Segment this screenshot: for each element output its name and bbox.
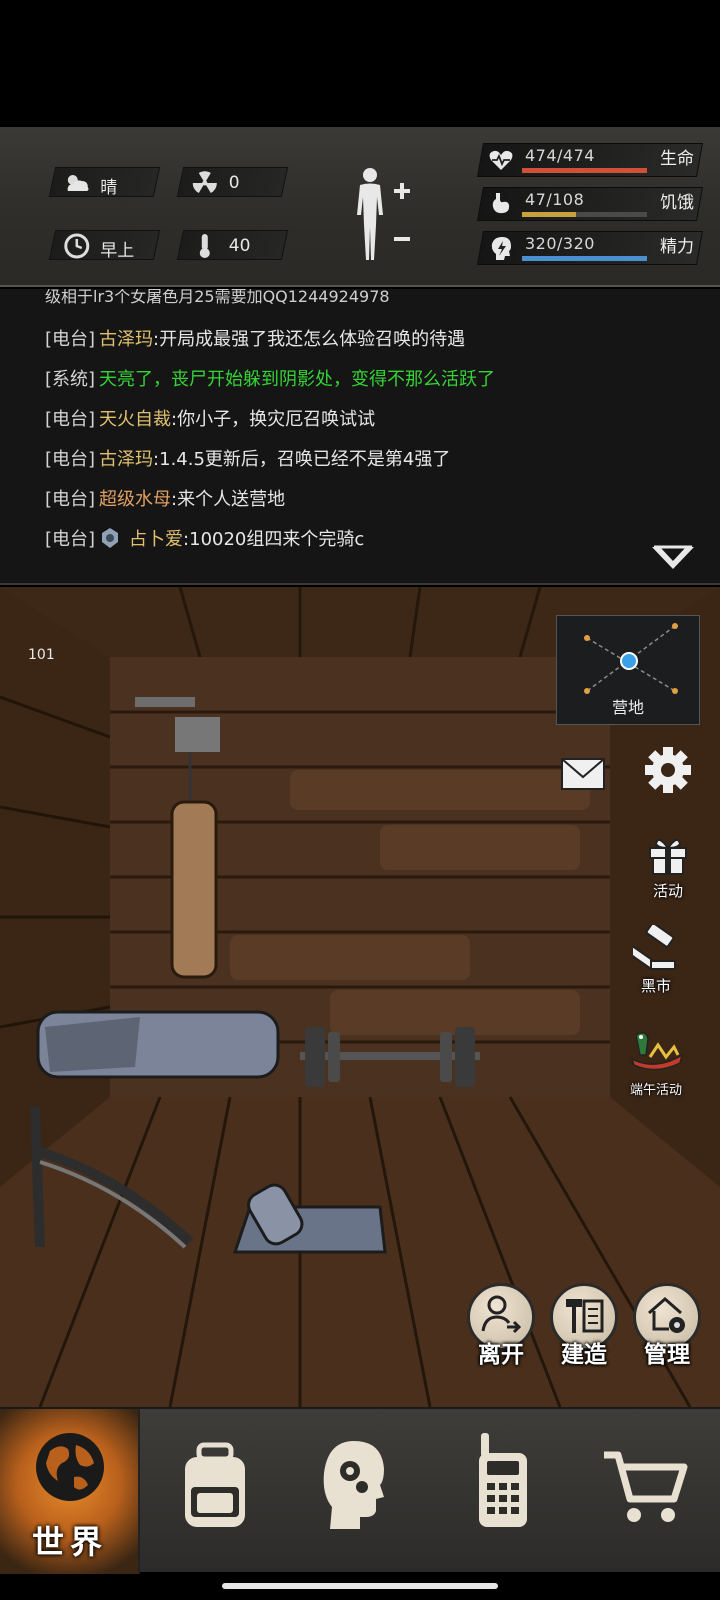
tab-shop[interactable] (600, 1409, 690, 1574)
dragon-boat-event-button[interactable]: 端午活动 (620, 1025, 692, 1098)
gear-icon[interactable] (643, 745, 693, 795)
tab-inventory[interactable] (170, 1409, 260, 1574)
time-text: 早上 (100, 241, 135, 261)
gavel-icon (625, 922, 676, 970)
health-value: 474/474 (525, 146, 595, 165)
globe-icon (36, 1433, 104, 1501)
temperature-value: 40 (228, 236, 251, 256)
radiation-value: 0 (228, 173, 240, 193)
hunger-bar (522, 212, 647, 217)
energy-label: 精力 (660, 237, 694, 257)
dragon-boat-icon (630, 1032, 684, 1071)
radio-icon (479, 1433, 527, 1527)
counter-label: 101 (28, 647, 55, 663)
chat-channel: [电台] (45, 329, 96, 350)
hunger-stat: 47/108 饥饿 (477, 187, 705, 221)
chat-message[interactable]: [电台] 古泽玛:开局成最强了我还怎么体验召唤的待遇 (45, 325, 465, 351)
chat-channel: [系统] (45, 369, 96, 390)
black-market-button[interactable]: 黑市 (620, 922, 692, 996)
build-button[interactable]: 建造 (548, 1283, 620, 1369)
energy-value: 320/320 (525, 234, 595, 253)
hunger-value: 47/108 (525, 190, 585, 209)
chat-sender[interactable]: 古泽玛 (99, 329, 153, 350)
chat-channel: [电台] (45, 409, 96, 430)
temperature-chip: 40 (176, 230, 289, 260)
room-scene: 101 营地 活动 黑市 端午活动 离开 建造 管理 (0, 587, 720, 1407)
backpack-icon (185, 1442, 245, 1527)
skills-head-icon (323, 1441, 384, 1529)
health-label: 生命 (660, 149, 694, 169)
black-market-label: 黑市 (640, 977, 671, 995)
radiation-icon (192, 171, 217, 193)
manage-label: 管理 (644, 1342, 690, 1368)
leave-person-icon (481, 1295, 522, 1334)
chat-text: :开局成最强了我还怎么体验召唤的待遇 (153, 329, 466, 350)
chat-message[interactable]: [电台] 超级水母:来个人送营地 (45, 485, 285, 511)
chat-sender[interactable]: 超级水母 (99, 489, 171, 510)
mail-icon[interactable] (560, 757, 606, 791)
chat-message[interactable]: [电台] 古泽玛:1.4.5更新后，召唤已经不是第4强了 (45, 445, 450, 471)
chat-text: 天亮了，丧尸开始躲到阴影处，变得不那么活跃了 (99, 369, 496, 390)
avatar-badge-icon (102, 528, 119, 548)
energy-head-icon (491, 237, 511, 260)
chat-text: :来个人送营地 (171, 489, 286, 510)
chat-message[interactable]: [系统] 天亮了，丧尸开始躲到阴影处，变得不那么活跃了 (45, 365, 495, 391)
chat-sender[interactable]: 古泽玛 (99, 449, 153, 470)
chevron-down-icon[interactable] (650, 543, 696, 575)
chat-text: :10020组四来个完骑c (183, 529, 365, 550)
bottom-nav: 世界 (0, 1407, 720, 1574)
health-bar (522, 168, 647, 173)
tab-world-label: 世界 (31, 1523, 108, 1561)
events-label: 活动 (652, 882, 683, 900)
chat-channel: [电台] (45, 449, 96, 470)
tab-radio[interactable] (468, 1409, 538, 1574)
hunger-label: 饥饿 (660, 193, 694, 213)
chat-panel[interactable]: 级相于lr3个女屠色月25需要加QQ1244924978 [电台] 古泽玛:开局成… (0, 289, 720, 585)
energy-bar (522, 256, 647, 261)
chat-partial-line: 级相于lr3个女屠色月25需要加QQ1244924978 (45, 289, 390, 306)
manage-button[interactable]: 管理 (631, 1283, 703, 1369)
chat-sender[interactable]: 占卜爱 (129, 529, 183, 550)
minimap[interactable]: 营地 (556, 615, 700, 725)
cart-icon (604, 1451, 688, 1522)
radiation-chip: 0 (176, 167, 289, 197)
time-chip: 早上 (48, 230, 161, 261)
character-body-icon[interactable] (350, 165, 420, 265)
leave-label: 离开 (478, 1342, 524, 1368)
build-hammer-icon (566, 1299, 604, 1333)
weather-cloudy-icon (67, 175, 89, 191)
events-button[interactable]: 活动 (632, 832, 704, 901)
gift-icon (649, 838, 687, 875)
chat-channel: [电台] (45, 529, 96, 550)
house-gear-icon (648, 1297, 685, 1333)
dragon-boat-label: 端午活动 (629, 1083, 682, 1098)
weather-text: 晴 (100, 178, 118, 198)
weather-chip: 晴 (48, 167, 161, 198)
thermometer-icon (199, 234, 210, 258)
tab-world[interactable]: 世界 (0, 1409, 140, 1574)
chat-channel: [电台] (45, 489, 96, 510)
heart-icon (489, 150, 513, 170)
chat-message[interactable]: [电台] 天火自裁:你小子，换灾厄召唤试试 (45, 405, 375, 431)
chat-text: :1.4.5更新后，召唤已经不是第4强了 (153, 449, 451, 470)
home-indicator[interactable] (222, 1583, 498, 1589)
minimap-label: 营地 (611, 698, 644, 717)
chat-sender[interactable]: 天火自裁 (99, 409, 171, 430)
chat-text: :你小子，换灾厄召唤试试 (171, 409, 376, 430)
clock-icon (64, 233, 90, 259)
leave-button[interactable]: 离开 (465, 1283, 537, 1369)
health-stat: 474/474 生命 (477, 143, 705, 177)
stomach-icon (492, 193, 510, 214)
energy-stat: 320/320 精力 (477, 231, 705, 265)
build-label: 建造 (561, 1342, 607, 1368)
tab-skills[interactable] (315, 1409, 395, 1574)
chat-message[interactable]: [电台] 占卜爱:10020组四来个完骑c (45, 525, 364, 551)
